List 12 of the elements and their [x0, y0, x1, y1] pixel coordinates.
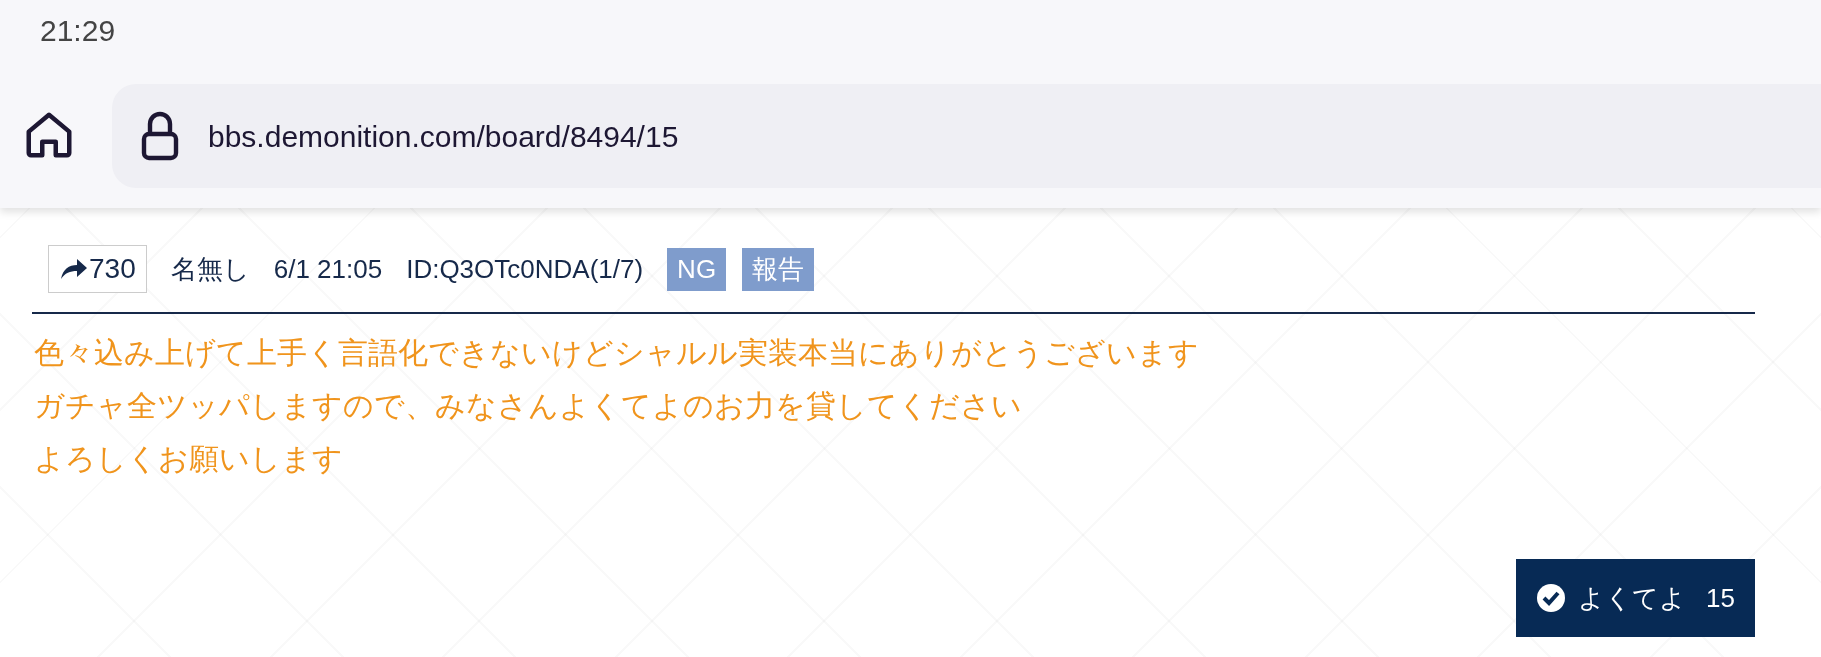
lock-icon [140, 110, 180, 162]
status-time: 21:29 [40, 14, 116, 47]
check-circle-icon [1536, 583, 1567, 613]
post-text-line: ガチャ全ツッパしますので、みなさんよくてよのお力を貸してください [34, 388, 1023, 424]
post-text-line: よろしくお願いします [34, 441, 344, 477]
address-bar[interactable]: bbs.demonition.com/board/8494/15 [112, 84, 1821, 188]
reply-count-button[interactable]: 730 [48, 245, 147, 293]
poster-id: ID:Q3OTc0NDA(1/7) [406, 252, 644, 286]
post-text-line: 色々込み上げて上手く言語化できないけどシャルル実装本当にありがとうございます [34, 335, 1200, 371]
post-date: 6/1 21:05 [273, 252, 383, 286]
poster-name: 名無し [170, 252, 250, 286]
like-button[interactable]: よくてよ 15 [1516, 559, 1755, 637]
